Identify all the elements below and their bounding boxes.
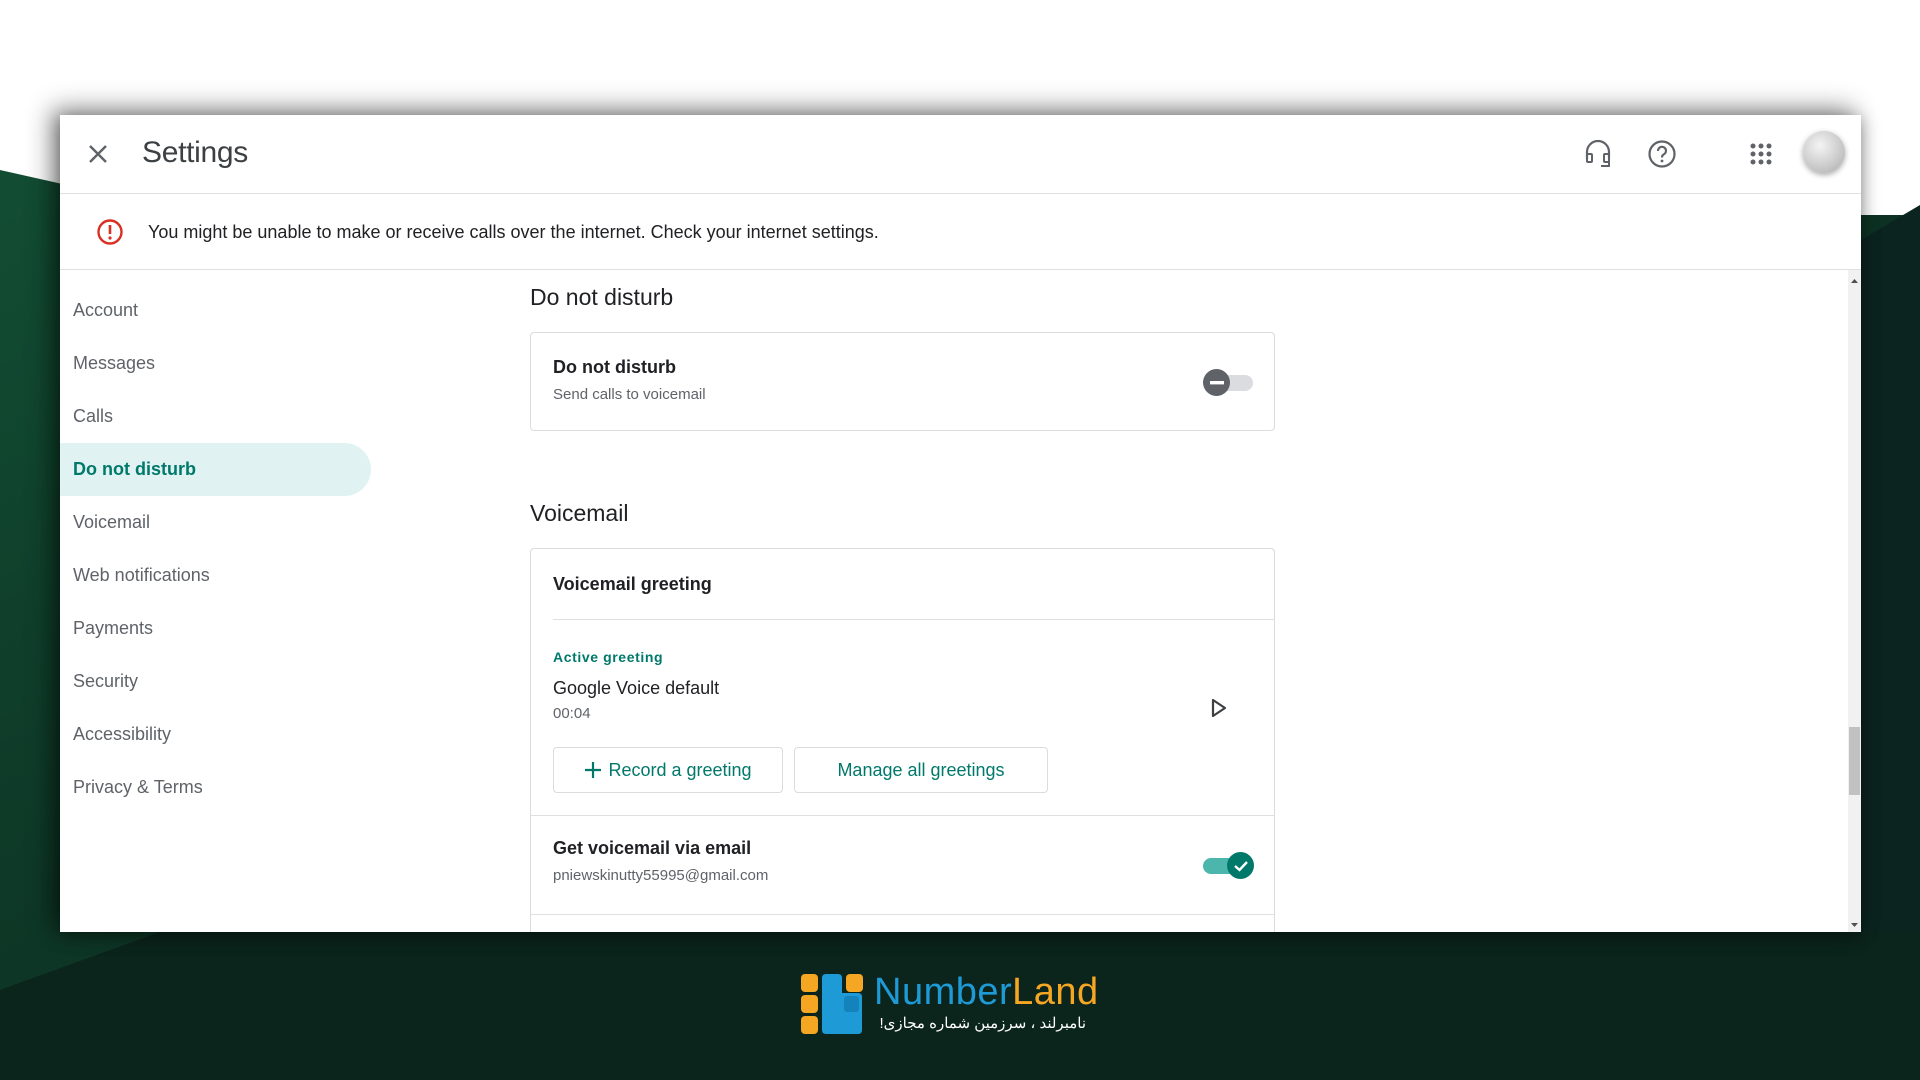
sidebar-item-messages[interactable]: Messages [60,337,371,390]
numberland-logo: NumberLand نامبرلند ، سرزمین شماره مجازی… [800,970,1100,1036]
divider [531,914,1274,915]
logo-wordmark-part1: Number [874,971,1013,1013]
apps-button[interactable] [1741,134,1781,174]
scrollbar-thumb[interactable] [1849,727,1860,795]
sidebar-item-privacy-terms[interactable]: Privacy & Terms [60,761,371,814]
toggle-thumb [1227,852,1254,879]
sidebar-item-calls[interactable]: Calls [60,390,371,443]
email-address: pniewskinutty55995@gmail.com [553,867,769,884]
sidebar-item-web-notifications[interactable]: Web notifications [60,549,371,602]
sidebar-item-accessibility[interactable]: Accessibility [60,708,371,761]
sidebar-item-voicemail[interactable]: Voicemail [60,496,371,549]
voicemail-section-title: Voicemail [530,500,629,526]
apps-grid-icon [1750,143,1772,165]
scroll-up-icon [1851,279,1858,283]
error-icon [97,219,123,245]
play-greeting-button[interactable] [1209,697,1233,721]
scrollbar[interactable] [1848,270,1861,932]
sidebar-item-payments[interactable]: Payments [60,602,371,655]
logo-wordmark-part2: Land [1012,971,1099,1013]
settings-window: Settings You might be unable to make or … [60,115,1861,932]
sidebar-item-security[interactable]: Security [60,655,371,708]
greeting-duration: 00:04 [553,705,591,722]
page-title: Settings [142,136,248,169]
logo-tagline: نامبرلند ، سرزمین شماره مجازی! [879,1015,1086,1032]
help-button[interactable] [1642,134,1682,174]
plus-icon [585,762,602,778]
connection-warning-banner: You might be unable to make or receive c… [60,194,1861,270]
voicemail-card: Voicemail greeting Active greeting Googl… [530,548,1275,932]
dnd-section-title: Do not disturb [530,284,674,310]
divider [531,815,1274,816]
avatar[interactable] [1803,131,1845,173]
dnd-title: Do not disturb [553,357,676,377]
scroll-down-icon [1851,923,1858,927]
greeting-name: Google Voice default [553,678,720,698]
dnd-toggle[interactable] [1203,367,1255,397]
record-greeting-label: Record a greeting [608,760,752,780]
record-greeting-button[interactable]: Record a greeting [553,747,783,793]
play-icon [1211,698,1227,718]
support-button[interactable] [1578,134,1618,174]
check-icon [1233,860,1248,872]
toggle-thumb [1203,369,1230,396]
close-icon [89,145,107,163]
banner-message: You might be unable to make or receive c… [148,222,879,242]
numberland-logo-icon [801,974,863,1034]
headset-icon [1585,139,1611,167]
minus-icon [1209,380,1224,384]
sidebar-item-account[interactable]: Account [60,284,371,337]
manage-greetings-button[interactable]: Manage all greetings [794,747,1048,793]
logo-wordmark: NumberLand [874,972,1099,1012]
dnd-subtitle: Send calls to voicemail [553,386,706,403]
active-greeting-label: Active greeting [553,649,664,665]
divider [553,619,1274,620]
dnd-card: Do not disturb Send calls to voicemail [530,332,1275,431]
help-icon [1648,140,1676,168]
header: Settings [60,115,1861,194]
close-button[interactable] [80,136,116,172]
email-voicemail-title: Get voicemail via email [553,838,752,858]
sidebar-item-do-not-disturb[interactable]: Do not disturb [60,443,371,496]
email-voicemail-toggle[interactable] [1203,850,1255,880]
sidebar-nav: Account Messages Calls Do not disturb Vo… [60,270,380,932]
settings-content: Do not disturb Do not disturb Send calls… [530,270,1860,932]
voicemail-greeting-title: Voicemail greeting [553,574,712,594]
